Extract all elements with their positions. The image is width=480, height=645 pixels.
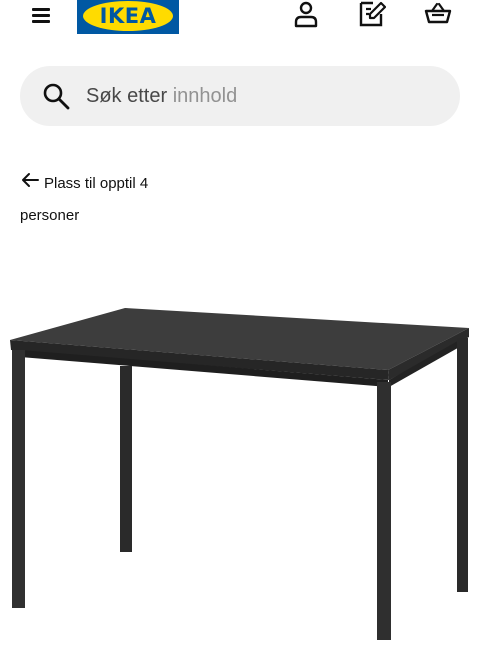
shopping-basket-icon[interactable]	[424, 0, 452, 28]
search-icon	[43, 83, 70, 110]
back-link-label: Plass til opptil 4 personer	[20, 175, 149, 224]
notepad-pencil-icon[interactable]	[358, 0, 387, 28]
black-dining-table	[10, 308, 469, 640]
site-header: IKEA	[0, 0, 480, 40]
search-placeholder-part1: Søk etter	[86, 85, 168, 107]
search-placeholder: Søk etter innhold	[86, 84, 237, 108]
back-link[interactable]: Plass til opptil 4 personer	[20, 168, 210, 232]
person-icon[interactable]	[292, 0, 320, 28]
arrow-left-icon	[22, 173, 39, 187]
search-placeholder-part2: innhold	[172, 85, 238, 107]
hamburger-menu-icon[interactable]	[28, 2, 54, 28]
logo-text: IKEA	[99, 4, 157, 28]
ikea-logo[interactable]: IKEA	[77, 0, 179, 34]
product-image[interactable]	[0, 290, 480, 640]
search-input[interactable]: Søk etter innhold	[20, 66, 460, 126]
